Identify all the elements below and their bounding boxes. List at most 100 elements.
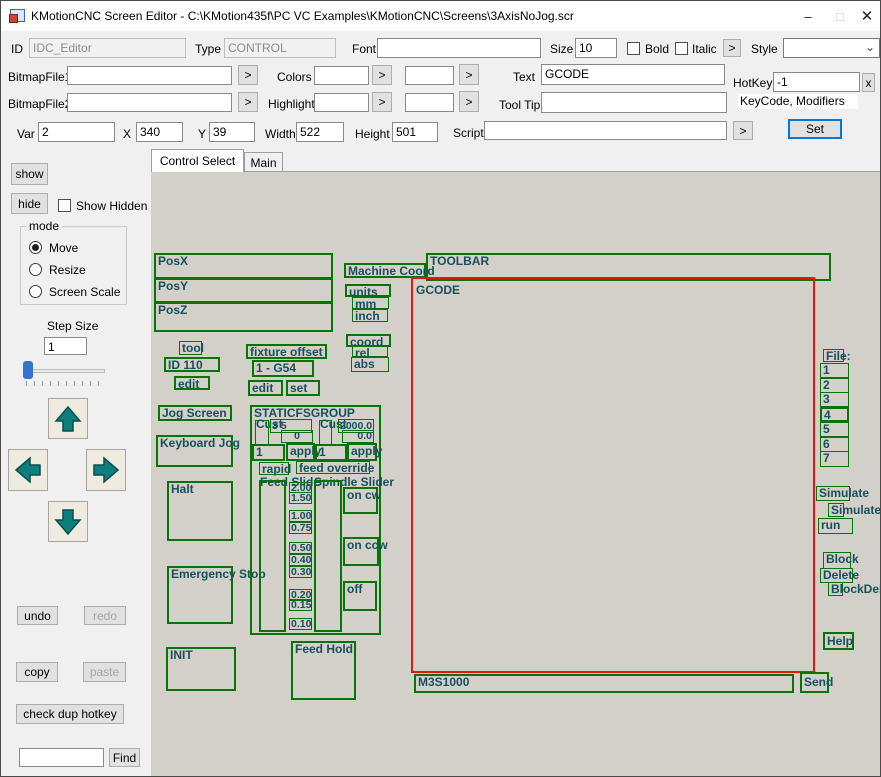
tab-main[interactable]: Main — [244, 152, 283, 172]
hotkey-field[interactable]: -1 — [773, 72, 860, 92]
x-field[interactable]: 340 — [136, 122, 183, 142]
file-item-control[interactable]: 1 — [820, 363, 849, 378]
jog-right-button[interactable] — [86, 449, 126, 491]
mm-control[interactable]: mm — [352, 297, 389, 309]
colors-pick-button-2[interactable]: > — [459, 64, 479, 85]
file-item-control[interactable]: 6 — [820, 437, 849, 452]
highlight-pick-button-2[interactable]: > — [459, 91, 479, 112]
radio-screen-scale[interactable] — [29, 285, 42, 298]
feed-value-control[interactable]: 0.10 — [289, 618, 312, 630]
feed-one-control[interactable]: 1 — [252, 444, 285, 461]
tab-control-select[interactable]: Control Select — [151, 149, 244, 172]
machine-coord-control[interactable]: Machine Coord — [344, 263, 426, 278]
feed-override-control[interactable]: feed override — [296, 461, 370, 474]
spindle-one-control[interactable]: 1 — [315, 444, 347, 461]
script-field[interactable] — [484, 121, 727, 140]
spindle-on-cw-control[interactable]: on cw — [343, 487, 378, 514]
style-dropdown[interactable]: ⌄ — [783, 38, 880, 58]
rapid-control[interactable]: rapid — [259, 462, 289, 475]
bitmapfile1-browse-button[interactable]: > — [238, 65, 258, 85]
posy-control[interactable]: PosY — [154, 278, 333, 303]
simulate-control[interactable]: Simulate — [816, 486, 850, 501]
redo-button[interactable]: redo — [84, 606, 126, 625]
radio-move[interactable] — [29, 241, 42, 254]
script-browse-button[interactable]: > — [733, 121, 753, 140]
step-size-field[interactable]: 1 — [44, 337, 87, 355]
feed-value-control[interactable]: 0.40 — [289, 554, 312, 566]
feed-apply-control[interactable]: apply — [286, 443, 315, 461]
inch-control[interactable]: inch — [352, 309, 388, 322]
set-button[interactable]: Set — [788, 119, 842, 139]
colors-field-1[interactable] — [314, 66, 369, 85]
paste-button[interactable]: paste — [83, 662, 126, 682]
abs-control[interactable]: abs — [351, 357, 389, 372]
file-item-control[interactable]: 3 — [820, 392, 849, 407]
spindle-zero-control[interactable]: 0.0 — [342, 430, 374, 443]
feed-value-control[interactable]: 1.50 — [289, 492, 312, 504]
keyboard-jog-control[interactable]: Keyboard Jog — [156, 435, 233, 467]
y-field[interactable]: 39 — [209, 122, 255, 142]
size-field[interactable]: 10 — [575, 38, 617, 58]
width-field[interactable]: 522 — [296, 122, 344, 142]
show-hidden-checkbox[interactable] — [58, 199, 71, 212]
feed-value-control[interactable]: 0.75 — [289, 522, 312, 534]
feed-zero-control[interactable]: 0 — [281, 430, 313, 443]
italic-checkbox[interactable] — [675, 42, 688, 55]
jog-left-button[interactable] — [8, 449, 48, 491]
gcode-control-selected[interactable]: GCODE — [411, 277, 815, 673]
copy-button[interactable]: copy — [16, 662, 58, 682]
height-field[interactable]: 501 — [392, 122, 438, 142]
file-item-control[interactable]: 4 — [820, 407, 849, 422]
fixture-offset-control[interactable]: fixture offset — [246, 344, 327, 359]
id-field[interactable]: IDC_Editor — [29, 38, 186, 58]
help-control[interactable]: Help — [823, 632, 854, 650]
delete-control[interactable]: Delete — [820, 568, 853, 583]
spindle-slider-control[interactable] — [314, 480, 342, 632]
feed-value-control[interactable]: 0.15 — [289, 599, 312, 611]
highlight-pick-button-1[interactable]: > — [372, 92, 392, 112]
highlight-field-2[interactable] — [405, 93, 454, 112]
posx-control[interactable]: PosX — [154, 253, 333, 279]
rel-control[interactable]: rel — [352, 346, 388, 357]
simulate-control-2[interactable]: Simulate — [828, 503, 844, 517]
spindle-off-control[interactable]: off — [343, 581, 377, 611]
feed-value-control[interactable]: 0.50 — [289, 542, 312, 554]
radio-resize[interactable] — [29, 263, 42, 276]
jog-screen-control[interactable]: Jog Screen — [158, 405, 232, 421]
maximize-button[interactable]: □ — [825, 1, 855, 31]
block-control[interactable]: Block — [823, 552, 851, 569]
run-control[interactable]: run — [818, 518, 853, 534]
hide-button[interactable]: hide — [11, 193, 48, 214]
font-more-button[interactable]: > — [723, 39, 741, 57]
fixture-edit-control[interactable]: edit — [248, 380, 283, 396]
minimize-button[interactable]: – — [793, 1, 823, 31]
halt-control[interactable]: Halt — [167, 481, 233, 541]
tool-id-control[interactable]: ID 110 — [164, 357, 220, 372]
bitmapfile2-field[interactable] — [67, 93, 232, 112]
feed-value-control[interactable]: 1.00 — [289, 510, 312, 522]
jog-up-button[interactable] — [48, 398, 88, 439]
bitmapfile2-browse-button[interactable]: > — [238, 92, 258, 112]
tool-edit-control[interactable]: edit — [174, 376, 210, 390]
colors-field-2[interactable] — [405, 66, 454, 85]
find-button[interactable]: Find — [109, 748, 140, 767]
spindle-on-ccw-control[interactable]: on ccw — [343, 537, 379, 566]
block-delete-control[interactable]: BlockDel — [828, 582, 843, 596]
feed-value-control[interactable]: 0.30 — [289, 566, 312, 578]
type-field[interactable]: CONTROL — [224, 38, 336, 58]
fixture-value-control[interactable]: 1 - G54 — [252, 360, 314, 377]
colors-pick-button-1[interactable]: > — [372, 65, 392, 85]
emergency-stop-control[interactable]: Emergency Stop — [167, 566, 233, 624]
file-item-control[interactable]: 7 — [820, 451, 849, 467]
close-button[interactable]: ✕ — [852, 1, 881, 31]
file-item-control[interactable]: 5 — [820, 422, 849, 437]
var-field[interactable]: 2 — [38, 122, 115, 142]
mdi-control[interactable]: M3S1000 — [414, 674, 794, 693]
file-label-control[interactable]: File: — [823, 349, 844, 362]
send-control[interactable]: Send — [800, 672, 829, 693]
show-button[interactable]: show — [11, 163, 48, 185]
units-control[interactable]: units — [345, 284, 391, 297]
init-control[interactable]: INIT — [166, 647, 236, 691]
font-field[interactable] — [377, 38, 541, 58]
text-field[interactable]: GCODE — [541, 64, 725, 85]
